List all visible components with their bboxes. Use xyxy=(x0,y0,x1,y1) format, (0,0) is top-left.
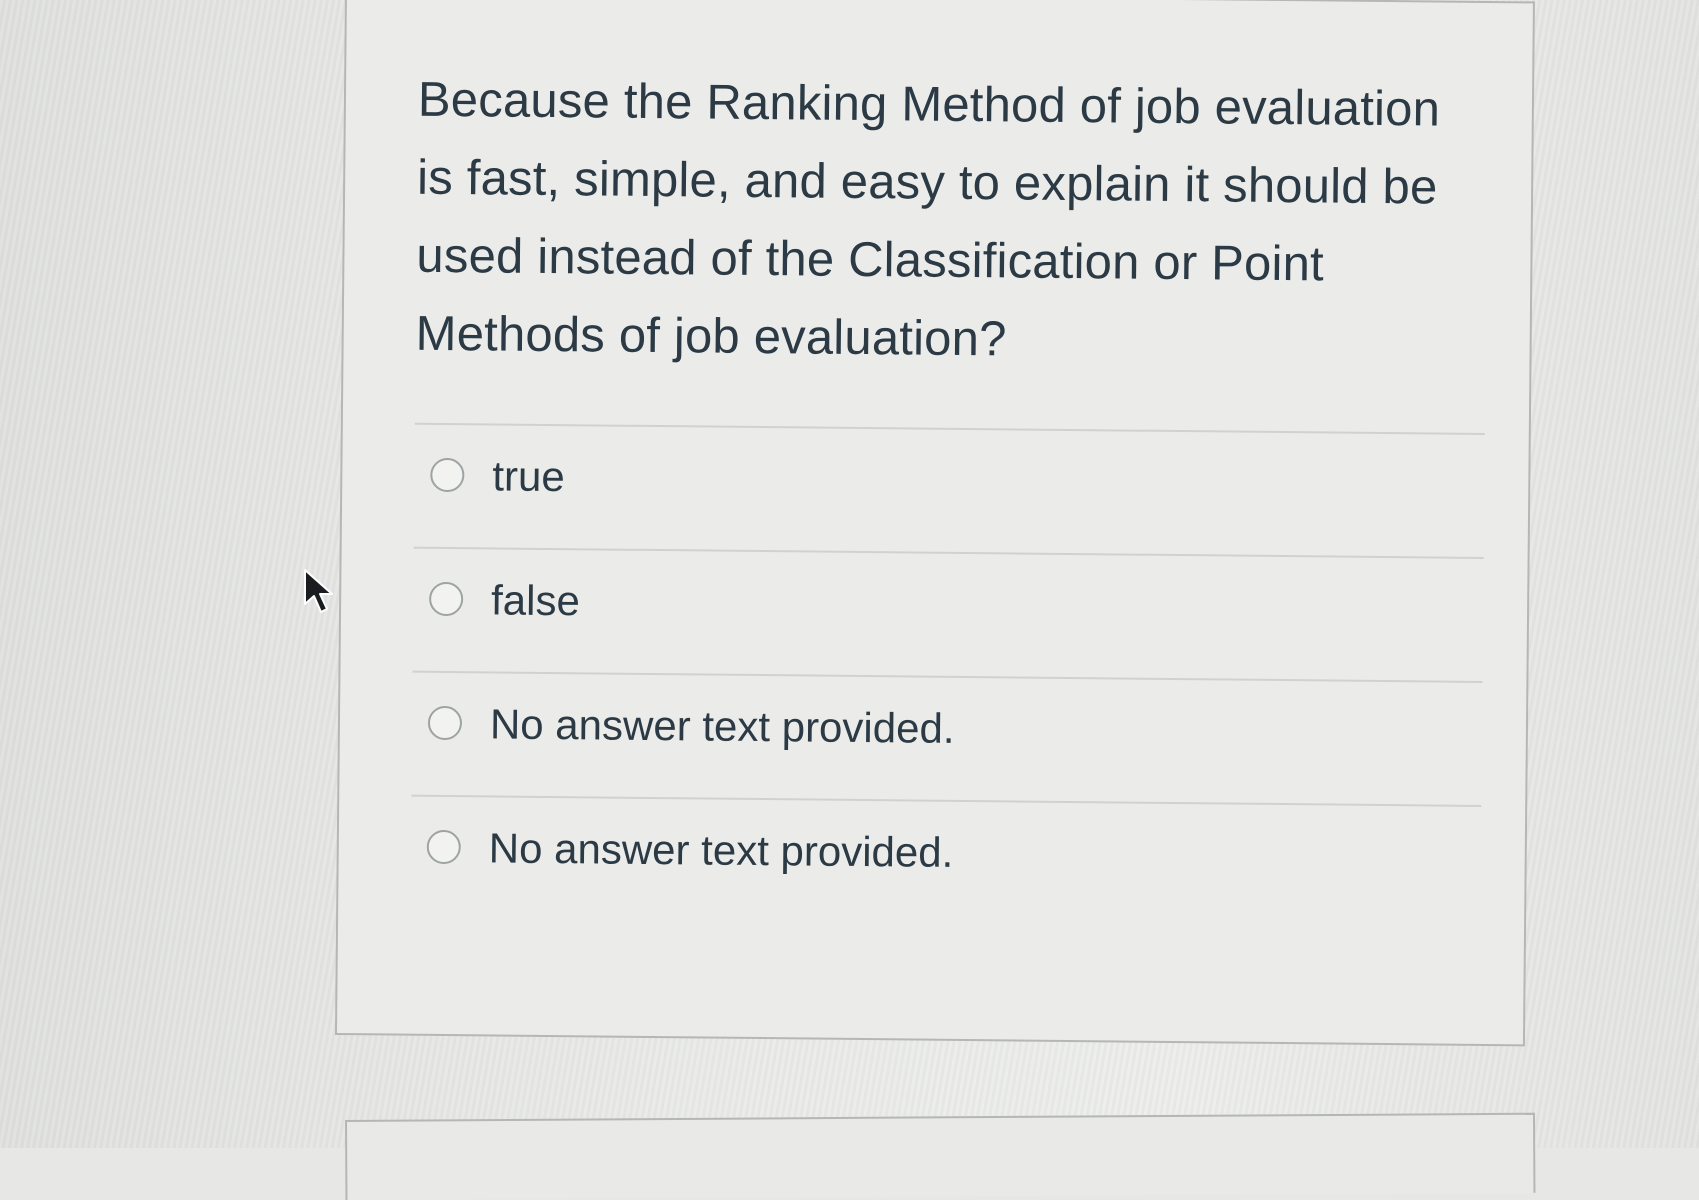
answer-option-true[interactable]: true xyxy=(413,422,1485,557)
answer-label[interactable]: true xyxy=(492,451,565,502)
next-question-card xyxy=(345,1112,1536,1200)
radio-button[interactable] xyxy=(430,457,465,493)
question-text: Because the Ranking Method of job evalua… xyxy=(415,72,1441,367)
arrow-pointer-icon xyxy=(304,569,333,613)
radio-button[interactable] xyxy=(426,829,461,865)
radio-button[interactable] xyxy=(428,581,464,617)
answer-option-3[interactable]: No answer text provided. xyxy=(411,670,1483,805)
answer-label[interactable]: No answer text provided. xyxy=(490,699,955,753)
answer-list: true false No answer text provided. No a… xyxy=(410,422,1485,929)
answer-label[interactable]: false xyxy=(491,575,580,626)
answer-option-4[interactable]: No answer text provided. xyxy=(410,794,1482,929)
answer-label[interactable]: No answer text provided. xyxy=(489,823,954,877)
question-card: Because the Ranking Method of job evalua… xyxy=(334,0,1535,1047)
answer-option-false[interactable]: false xyxy=(412,546,1484,681)
radio-button[interactable] xyxy=(427,705,463,741)
